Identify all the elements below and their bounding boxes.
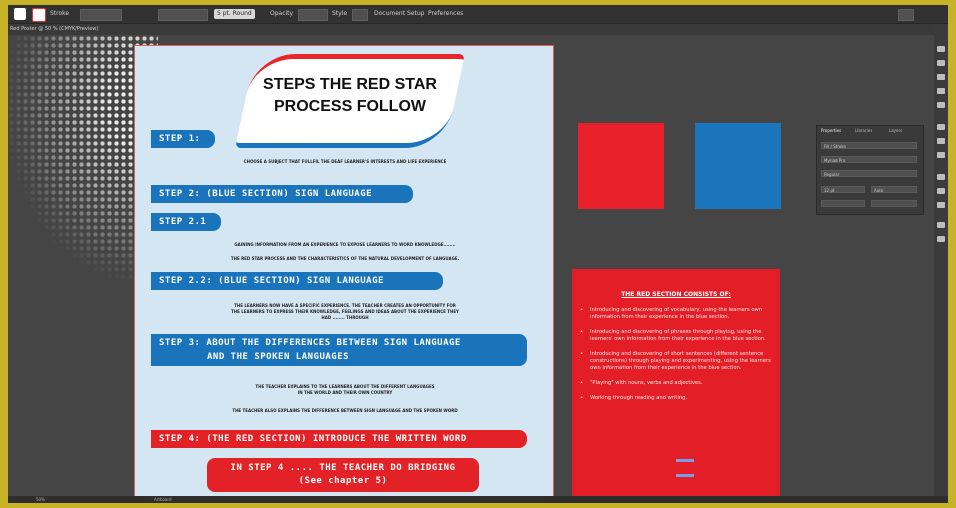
list-item: Introducing and discovering of phrases t…: [580, 329, 774, 343]
red-section-list: Introducing and discovering of vocabular…: [580, 307, 774, 410]
step-2-banner: STEP 2: (BLUE SECTION) SIGN LANGUAGE: [151, 185, 413, 203]
step-2-1-banner: STEP 2.1: [151, 213, 221, 231]
step-1-banner: STEP 1:: [151, 130, 215, 148]
color-panel-icon[interactable]: [937, 46, 945, 52]
tab-layers[interactable]: Layers: [889, 128, 902, 133]
appearance-panel-icon[interactable]: [937, 174, 945, 180]
character-panel-icon[interactable]: [937, 222, 945, 228]
bridging-banner: IN STEP 4 .... THE TEACHER DO BRIDGING (…: [207, 458, 479, 492]
properties-panel: Properties Libraries Layers Fill / Strok…: [816, 125, 924, 215]
step-2-2-banner: STEP 2.2: (BLUE SECTION) SIGN LANGUAGE: [151, 272, 443, 290]
app-window: Stroke 5 pt. Round Opacity Style Documen…: [8, 5, 948, 503]
stroke-weight-field[interactable]: [80, 9, 122, 21]
red-square[interactable]: [578, 123, 664, 209]
step-2-1-text-b: THE RED STAR PROCESS AND THE CHARACTERIS…: [230, 256, 460, 261]
stroke-label: Stroke: [50, 10, 70, 17]
variable-width-dropdown[interactable]: [158, 9, 208, 21]
symbols-panel-icon[interactable]: [937, 88, 945, 94]
brush-dropdown[interactable]: 5 pt. Round: [214, 9, 255, 19]
stroke-swatch[interactable]: [32, 8, 46, 22]
font-style-dropdown[interactable]: Regular: [821, 170, 917, 177]
step-3-text-a: THE TEACHER EXPLAINS TO THE LEARNERS ABO…: [255, 384, 435, 389]
step-3-line1: STEP 3: ABOUT THE DIFFERENCES BETWEEN SI…: [159, 338, 461, 348]
fill-swatch[interactable]: [14, 8, 26, 20]
arrow-mark-1: [676, 459, 694, 462]
step-2-1-text-a: GAINING INFORMATION FROM AN EXPERIENCE T…: [234, 242, 456, 247]
swatches-panel-icon[interactable]: [937, 60, 945, 66]
poster-artboard[interactable]: STEPS THE RED STAR PROCESS FOLLOW STEP 1…: [134, 45, 554, 499]
step-2-2-text-c: HAD ........ THROUGH: [321, 315, 369, 320]
layers-panel-icon[interactable]: [937, 188, 945, 194]
tracking-field[interactable]: [821, 200, 865, 207]
artboard-navigator[interactable]: Artboard: [154, 496, 172, 503]
red-section-title: THE RED SECTION CONSISTS OF:: [621, 291, 731, 298]
style-label: Style: [332, 10, 348, 17]
step-2-2-text-b: THE LEARNERS TO EXPRESS THEIR KNOWLEDGE,…: [231, 309, 459, 314]
step-3-text-b: IN THE WORLD AND THEIR OWN COUNTRY: [297, 390, 393, 395]
list-item: "Playing" with nouns, verbs and adjectiv…: [580, 380, 774, 387]
step-3-text-c: THE TEACHER ALSO EXPLAINS THE DIFFERENCE…: [232, 408, 458, 413]
tab-properties[interactable]: Properties: [821, 128, 841, 133]
document-tab-bar: Red Poster @ 50 % (CMYK/Preview): [8, 24, 948, 35]
preferences-button[interactable]: Preferences: [428, 9, 463, 19]
brushes-panel-icon[interactable]: [937, 74, 945, 80]
style-dropdown[interactable]: [352, 9, 368, 21]
paragraph-panel-icon[interactable]: [937, 236, 945, 242]
kerning-field[interactable]: [871, 200, 917, 207]
workspace-switcher[interactable]: [898, 9, 914, 21]
bridging-line1: IN STEP 4 .... THE TEACHER DO BRIDGING: [230, 463, 456, 473]
list-item: Introducing and discovering of vocabular…: [580, 307, 774, 321]
leading-field[interactable]: Auto: [871, 186, 917, 193]
step-2-2-text-a: THE LEARNERS NOW HAVE A SPECIFIC EXPERIE…: [234, 303, 456, 308]
transparency-panel-icon[interactable]: [937, 152, 945, 158]
poster-title-line2: PROCESS FOLLOW: [274, 98, 426, 115]
step-1-text: CHOOSE A SUBJECT THAT FULLFIL THE DEAF L…: [243, 159, 447, 164]
arrow-mark-2: [676, 474, 694, 477]
step-3-line2: AND THE SPOKEN LANGUAGES: [207, 352, 350, 362]
stroke-panel-icon[interactable]: [937, 124, 945, 130]
poster-title-line1: STEPS THE RED STAR: [263, 76, 437, 93]
font-size-field[interactable]: 12 pt: [821, 186, 865, 193]
tab-libraries[interactable]: Libraries: [855, 128, 872, 133]
red-section-panel[interactable]: THE RED SECTION CONSISTS OF: Introducing…: [572, 269, 780, 503]
opacity-label: Opacity: [270, 10, 294, 17]
list-item: Working through reading and writing.: [580, 395, 774, 402]
panel-dock: [934, 24, 948, 503]
bridging-line2: (See chapter 5): [298, 476, 388, 486]
poster-title: STEPS THE RED STAR PROCESS FOLLOW: [245, 74, 455, 118]
fill-stroke-row[interactable]: Fill / Stroke: [821, 142, 917, 149]
opacity-field[interactable]: [298, 9, 328, 21]
blue-square[interactable]: [695, 123, 781, 209]
artboards-panel-icon[interactable]: [937, 202, 945, 208]
gradient-panel-icon[interactable]: [937, 138, 945, 144]
step-3-banner: STEP 3: ABOUT THE DIFFERENCES BETWEEN SI…: [151, 334, 527, 366]
control-bar: Stroke 5 pt. Round Opacity Style Documen…: [8, 5, 948, 24]
list-item: Introducing and discovering of short sen…: [580, 351, 774, 372]
font-family-dropdown[interactable]: Myriad Pro: [821, 156, 917, 163]
step-4-banner: STEP 4: (THE RED SECTION) INTRODUCE THE …: [151, 430, 527, 448]
status-bar: 50% Artboard: [8, 496, 948, 503]
document-tab[interactable]: Red Poster @ 50 % (CMYK/Preview): [10, 25, 98, 34]
graphic-styles-icon[interactable]: [937, 102, 945, 108]
zoom-level[interactable]: 50%: [36, 496, 45, 503]
document-setup-button[interactable]: Document Setup: [374, 9, 424, 19]
